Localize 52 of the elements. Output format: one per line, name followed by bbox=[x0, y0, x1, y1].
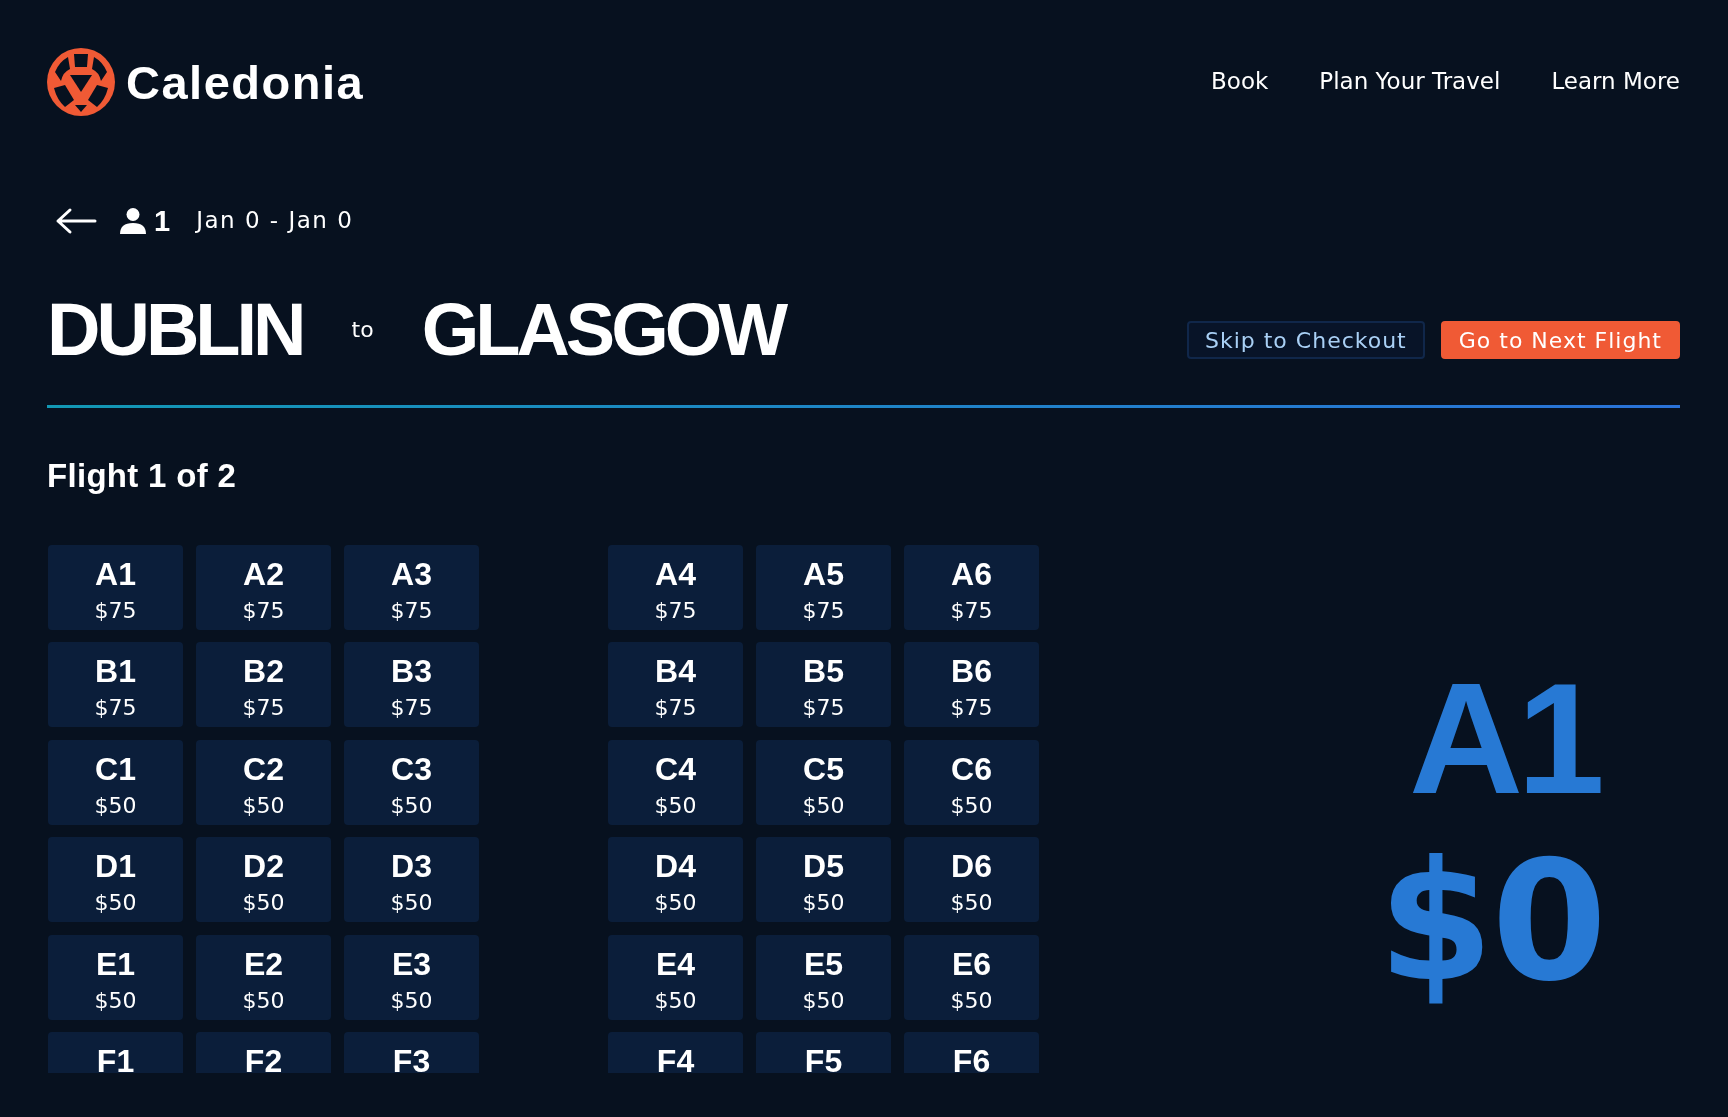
seat-button[interactable]: E3 $50 bbox=[344, 934, 479, 1020]
seat-button[interactable]: D3 $50 bbox=[344, 837, 479, 923]
seat-button[interactable]: D1 $50 bbox=[48, 837, 183, 923]
route-connector: to bbox=[351, 316, 374, 344]
globe-logo-icon bbox=[47, 48, 115, 116]
seat-button[interactable]: B5 $75 bbox=[756, 642, 891, 728]
nav-link[interactable]: Learn More bbox=[1551, 68, 1680, 96]
selected-seat-price: $0 bbox=[1378, 838, 1605, 1005]
seat-button[interactable]: A1 $75 bbox=[48, 544, 183, 630]
seat-button[interactable]: D5 $50 bbox=[756, 837, 891, 923]
seat-button[interactable]: D2 $50 bbox=[196, 837, 331, 923]
seat-button[interactable]: B4 $75 bbox=[608, 642, 743, 728]
seat-button[interactable]: E2 $50 bbox=[196, 934, 331, 1020]
seat-button[interactable]: C5 $50 bbox=[756, 739, 891, 825]
seat-button[interactable]: B1 $75 bbox=[48, 642, 183, 728]
seat-button[interactable]: E1 $50 bbox=[48, 934, 183, 1020]
seat-button[interactable]: D6 $50 bbox=[904, 837, 1039, 923]
seat-button[interactable]: A2 $75 bbox=[196, 544, 331, 630]
seat-button[interactable]: F4 bbox=[608, 1032, 743, 1073]
seat-button[interactable]: E6 $50 bbox=[904, 934, 1039, 1020]
seat-button[interactable]: F3 bbox=[344, 1032, 479, 1073]
brand-name: Caledonia bbox=[126, 58, 365, 106]
seat-button[interactable]: A4 $75 bbox=[608, 544, 743, 630]
seat-button[interactable]: B3 $75 bbox=[344, 642, 479, 728]
seat-button[interactable]: D4 $50 bbox=[608, 837, 743, 923]
seat-button[interactable]: E4 $50 bbox=[608, 934, 743, 1020]
seat-button[interactable]: C1 $50 bbox=[48, 739, 183, 825]
seat-button[interactable]: C3 $50 bbox=[344, 739, 479, 825]
seat-button[interactable]: E5 $50 bbox=[756, 934, 891, 1020]
seat-button[interactable]: A5 $75 bbox=[756, 544, 891, 630]
seat-button[interactable]: F2 bbox=[196, 1032, 331, 1073]
flight-heading: Flight 1 of 2 bbox=[47, 456, 237, 496]
seat-button[interactable]: B2 $75 bbox=[196, 642, 331, 728]
seat-button[interactable]: C2 $50 bbox=[196, 739, 331, 825]
seat-button[interactable]: A6 $75 bbox=[904, 544, 1039, 630]
origin-city: DUBLIN bbox=[47, 293, 303, 367]
checkout-button[interactable]: Skip to Checkout bbox=[1186, 321, 1425, 359]
seat-button[interactable]: F5 bbox=[756, 1032, 891, 1073]
seat-button[interactable]: C6 $50 bbox=[904, 739, 1039, 825]
seat-button[interactable]: A3 $75 bbox=[344, 544, 479, 630]
nav-link[interactable]: Plan Your Travel bbox=[1319, 68, 1501, 96]
back-arrow-icon[interactable] bbox=[55, 207, 97, 235]
person-icon bbox=[120, 208, 146, 234]
passenger-count: 1 bbox=[154, 206, 171, 236]
selected-seat-label: A1 bbox=[1409, 658, 1601, 817]
seat-button[interactable]: F6 bbox=[904, 1032, 1039, 1073]
seat-button[interactable]: F1 bbox=[48, 1032, 183, 1073]
date-range: Jan 0 - Jan 0 bbox=[196, 207, 354, 235]
destination-city: GLASGOW bbox=[421, 293, 785, 367]
seat-button[interactable]: C4 $50 bbox=[608, 739, 743, 825]
nav-link[interactable]: Book bbox=[1211, 68, 1269, 96]
seat-button[interactable]: B6 $75 bbox=[904, 642, 1039, 728]
